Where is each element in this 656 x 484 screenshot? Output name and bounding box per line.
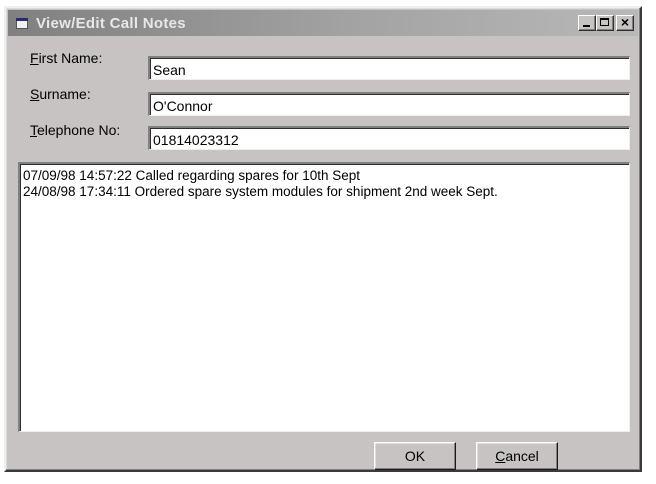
maximize-button[interactable]: [596, 15, 614, 31]
notepad-icon[interactable]: [15, 17, 29, 29]
first-name-field[interactable]: [148, 56, 630, 80]
telephone-label-accelerator: T: [30, 122, 37, 138]
title-bar[interactable]: View/Edit Call Notes ×: [8, 10, 638, 36]
window-controls: ×: [578, 14, 634, 31]
maximize-icon: [600, 18, 609, 26]
cancel-button-label: ancel: [505, 448, 539, 464]
window-title: View/Edit Call Notes: [36, 14, 186, 32]
surname-label-accelerator: S: [30, 86, 40, 102]
call-notes-dialog: View/Edit Call Notes × First Name: Surna…: [4, 6, 642, 472]
surname-label-text: urname:: [39, 86, 91, 102]
ok-button[interactable]: OK: [374, 442, 456, 470]
cancel-button-accelerator: C: [495, 448, 506, 464]
close-icon: ×: [620, 14, 630, 30]
telephone-label: Telephone No:: [30, 122, 120, 138]
surname-label: Surname:: [30, 86, 91, 102]
close-button[interactable]: ×: [616, 14, 634, 31]
telephone-label-text: elephone No:: [37, 122, 121, 138]
minimize-button[interactable]: [578, 15, 596, 31]
telephone-field[interactable]: [148, 126, 630, 150]
first-name-label: First Name:: [30, 50, 102, 66]
screen: View/Edit Call Notes × First Name: Surna…: [0, 0, 656, 484]
first-name-label-accelerator: F: [30, 50, 39, 66]
cancel-button[interactable]: Cancel: [476, 442, 558, 470]
ok-button-label: OK: [404, 448, 426, 464]
first-name-label-text: irst Name:: [38, 50, 103, 66]
note-line: 24/08/98 17:34:11 Ordered spare system m…: [23, 184, 498, 199]
note-line: 07/09/98 14:57:22 Called regarding spare…: [23, 168, 360, 183]
minimize-icon: [583, 25, 590, 27]
call-notes-textarea[interactable]: 07/09/98 14:57:22 Called regarding spare…: [18, 162, 630, 432]
surname-field[interactable]: [148, 92, 630, 116]
notepad-icon-band: [16, 18, 28, 21]
